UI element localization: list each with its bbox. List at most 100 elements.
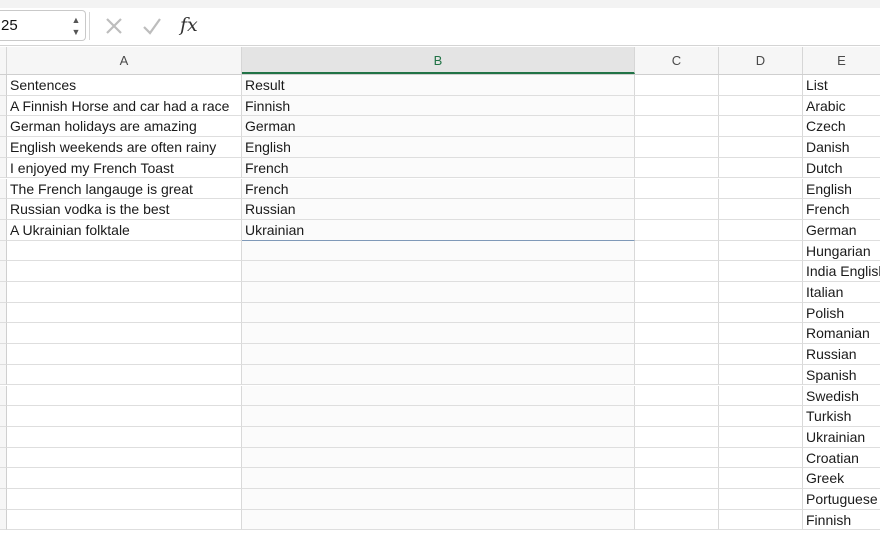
cell-b[interactable]	[242, 426, 635, 448]
cell-c[interactable]	[635, 116, 719, 138]
cell-e[interactable]: Hungarian	[803, 241, 880, 262]
cell-e[interactable]: Danish	[803, 137, 880, 158]
row-header[interactable]	[0, 178, 7, 200]
cell-e[interactable]: Spanish	[803, 365, 880, 386]
cell-c[interactable]	[635, 364, 719, 386]
cell-e[interactable]: Czech	[803, 116, 880, 138]
cell-d[interactable]	[719, 95, 803, 117]
cell-a[interactable]: English weekends are often rainy	[7, 137, 242, 158]
cell-b[interactable]: Finnish	[242, 95, 635, 117]
cell-d[interactable]	[719, 261, 803, 282]
row-header[interactable]	[0, 137, 7, 158]
row-header[interactable]	[0, 95, 7, 117]
cell-c[interactable]	[635, 509, 719, 531]
cell-b[interactable]: French	[242, 157, 635, 179]
cell-d[interactable]	[719, 385, 803, 407]
column-header-c[interactable]: C	[635, 47, 719, 74]
cell-c[interactable]	[635, 261, 719, 282]
cell-a[interactable]	[7, 364, 242, 386]
cell-e[interactable]: French	[803, 199, 880, 220]
row-header[interactable]	[0, 261, 7, 282]
cell-e[interactable]: List	[803, 75, 880, 96]
cell-a[interactable]	[7, 282, 242, 303]
row-header[interactable]	[0, 385, 7, 407]
cell-b[interactable]	[242, 282, 635, 303]
chevron-down-icon[interactable]: ▼	[70, 26, 82, 38]
cell-c[interactable]	[635, 344, 719, 365]
cell-a[interactable]	[7, 447, 242, 469]
row-header[interactable]	[0, 447, 7, 469]
row-header[interactable]	[0, 199, 7, 220]
cell-c[interactable]	[635, 323, 719, 345]
cell-e[interactable]: India English	[803, 261, 880, 282]
cell-c[interactable]	[635, 199, 719, 220]
cell-b[interactable]: English	[242, 137, 635, 158]
cell-e[interactable]: Russian	[803, 344, 880, 365]
cell-a[interactable]: German holidays are amazing	[7, 116, 242, 138]
cell-d[interactable]	[719, 344, 803, 365]
cell-e[interactable]: Arabic	[803, 96, 880, 117]
cell-d[interactable]	[719, 468, 803, 489]
cell-a[interactable]	[7, 385, 242, 407]
cell-c[interactable]	[635, 95, 719, 117]
cell-d[interactable]	[719, 219, 803, 241]
cell-e[interactable]: Dutch	[803, 158, 880, 179]
cell-e[interactable]: Polish	[803, 303, 880, 324]
row-header[interactable]	[0, 157, 7, 179]
cell-c[interactable]	[635, 219, 719, 241]
cell-b[interactable]: Russian	[242, 199, 635, 220]
select-all-corner[interactable]	[0, 47, 7, 74]
cell-d[interactable]	[719, 426, 803, 448]
cell-b[interactable]	[242, 323, 635, 345]
cell-c[interactable]	[635, 489, 719, 510]
cell-a[interactable]	[7, 344, 242, 365]
row-header[interactable]	[0, 116, 7, 138]
cell-c[interactable]	[635, 406, 719, 427]
cell-e[interactable]: Ukrainian	[803, 427, 880, 448]
cell-d[interactable]	[719, 364, 803, 386]
cell-a[interactable]: A Finnish Horse and car had a race	[7, 95, 242, 117]
row-header[interactable]	[0, 426, 7, 448]
cell-d[interactable]	[719, 178, 803, 200]
name-box[interactable]: 25 ▲ ▼	[0, 10, 86, 41]
cell-c[interactable]	[635, 447, 719, 469]
cell-a[interactable]	[7, 302, 242, 324]
cell-a[interactable]	[7, 468, 242, 489]
cell-b[interactable]	[242, 489, 635, 510]
row-header[interactable]	[0, 406, 7, 427]
cell-e[interactable]: Turkish	[803, 406, 880, 427]
cell-d[interactable]	[719, 323, 803, 345]
cell-b[interactable]	[242, 302, 635, 324]
cell-b[interactable]	[242, 468, 635, 489]
cell-b[interactable]	[242, 261, 635, 282]
row-header[interactable]	[0, 302, 7, 324]
cell-c[interactable]	[635, 157, 719, 179]
cell-a[interactable]	[7, 261, 242, 282]
column-header-a[interactable]: A	[7, 47, 242, 74]
cell-c[interactable]	[635, 282, 719, 303]
cell-d[interactable]	[719, 302, 803, 324]
cell-a[interactable]	[7, 509, 242, 531]
cell-b[interactable]: Result	[242, 75, 635, 96]
cell-a[interactable]: Sentences	[7, 75, 242, 96]
row-header[interactable]	[0, 344, 7, 365]
cell-b[interactable]	[242, 344, 635, 365]
cell-d[interactable]	[719, 199, 803, 220]
cell-b[interactable]	[242, 240, 635, 262]
cell-b[interactable]: Ukrainian	[242, 219, 635, 241]
cell-e[interactable]: English	[803, 179, 880, 200]
enter-checkmark-icon[interactable]	[139, 13, 165, 39]
row-header[interactable]	[0, 219, 7, 241]
cell-c[interactable]	[635, 137, 719, 158]
cell-d[interactable]	[719, 282, 803, 303]
cell-a[interactable]	[7, 323, 242, 345]
cell-e[interactable]: Italian	[803, 282, 880, 303]
cell-d[interactable]	[719, 509, 803, 531]
column-header-b[interactable]: B	[242, 47, 635, 74]
cell-d[interactable]	[719, 137, 803, 158]
cell-d[interactable]	[719, 447, 803, 469]
cell-a[interactable]: The French langauge is great	[7, 178, 242, 200]
cell-e[interactable]: Portuguese	[803, 489, 880, 510]
cell-c[interactable]	[635, 302, 719, 324]
cell-c[interactable]	[635, 468, 719, 489]
